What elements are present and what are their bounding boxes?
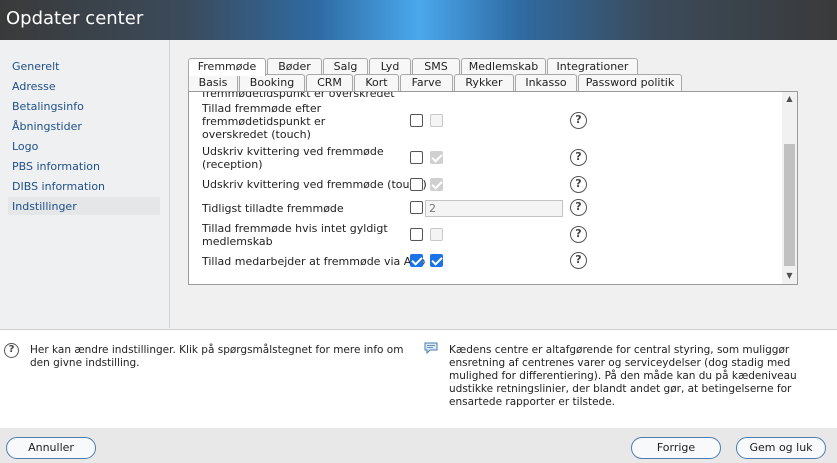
tab-rykker[interactable]: Rykker (454, 74, 514, 91)
tab-medlemskab[interactable]: Medlemskab (461, 58, 546, 75)
setting-checkbox-secondary (430, 151, 443, 164)
help-description: Her kan ændre indstillinger. Klik på spø… (30, 344, 404, 369)
tab-integrationer[interactable]: Integrationer (547, 58, 638, 75)
help-icon[interactable]: ? (570, 149, 587, 166)
help-icon: ? (4, 343, 19, 358)
chain-description: Kædens centre er altafgørende for centra… (449, 344, 797, 408)
setting-checkbox[interactable] (410, 114, 423, 127)
info-bar: ? Her kan ændre indstillinger. Klik på s… (0, 329, 837, 428)
sidebar-item-betalingsinfo[interactable]: Betalingsinfo (12, 100, 84, 113)
tab-inkasso[interactable]: Inkasso (515, 74, 577, 91)
tab-password-politik[interactable]: Password politik (578, 74, 682, 91)
setting-label: Tillad fremmøde efter fremmødetidspunkt … (202, 102, 326, 141)
setting-checkbox-secondary (430, 114, 443, 127)
sidebar-item-generelt[interactable]: Generelt (12, 60, 59, 73)
setting-label: Tillad medarbejder at fremmøde via App (202, 255, 426, 268)
tab-salg[interactable]: Salg (323, 58, 368, 75)
help-icon[interactable]: ? (570, 176, 587, 193)
sidebar-item-aabningstider[interactable]: Åbningstider (12, 120, 82, 133)
tab-booking[interactable]: Booking (239, 74, 305, 91)
earliest-checkin-input[interactable]: 2 (425, 200, 563, 217)
setting-checkbox[interactable] (410, 228, 423, 241)
sidebar-item-adresse[interactable]: Adresse (12, 80, 56, 93)
tab-crm[interactable]: CRM (306, 74, 353, 91)
setting-checkbox[interactable] (410, 201, 423, 214)
window-title: Opdater center (6, 8, 144, 29)
tab-kort[interactable]: Kort (354, 74, 399, 91)
help-icon[interactable]: ? (570, 252, 587, 269)
save-close-button[interactable]: Gem og luk (736, 437, 826, 459)
sidebar: Generelt Adresse Betalingsinfo Åbningsti… (0, 40, 170, 328)
cancel-button[interactable]: Annuller (6, 437, 96, 459)
scroll-thumb[interactable] (784, 144, 795, 266)
tab-sms[interactable]: SMS (412, 58, 460, 75)
tab-boeder[interactable]: Bøder (267, 58, 322, 75)
help-icon[interactable]: ? (570, 226, 587, 243)
sidebar-item-indstillinger[interactable]: Indstillinger (12, 200, 77, 213)
setting-checkbox[interactable] (410, 254, 423, 267)
tab-lyd[interactable]: Lyd (369, 58, 411, 75)
sidebar-item-logo[interactable]: Logo (12, 140, 38, 153)
setting-label: Tidligst tilladte fremmøde (202, 202, 344, 215)
sidebar-item-dibs-information[interactable]: DIBS information (12, 180, 105, 193)
settings-panel: fremmødetidspunkt er overskredet Tillad … (188, 91, 798, 285)
setting-label-clipped: fremmødetidspunkt er overskredet (202, 91, 395, 100)
setting-checkbox-secondary (430, 178, 443, 191)
setting-checkbox[interactable] (410, 151, 423, 164)
setting-label: Udskriv kvittering ved fremmøde (recepti… (202, 145, 384, 171)
scroll-down-icon[interactable]: ▼ (782, 269, 797, 283)
setting-label: Udskriv kvittering ved fremmøde (touch) (202, 178, 427, 191)
tab-farve[interactable]: Farve (400, 74, 453, 91)
setting-label: Tillad fremmøde hvis intet gyldigt medle… (202, 222, 388, 248)
setting-checkbox-secondary[interactable] (430, 254, 443, 267)
help-icon[interactable]: ? (570, 112, 587, 129)
panel-scrollbar[interactable]: ▲ ▼ (782, 92, 797, 284)
help-icon[interactable]: ? (570, 199, 587, 216)
setting-checkbox[interactable] (410, 178, 423, 191)
chat-bubble-icon (424, 342, 438, 354)
sidebar-item-pbs-information[interactable]: PBS information (12, 160, 100, 173)
scroll-up-icon[interactable]: ▲ (782, 92, 797, 106)
setting-checkbox-secondary (430, 228, 443, 241)
tab-basis[interactable]: Basis (188, 74, 238, 91)
footer: Annuller Forrige Gem og luk (0, 428, 837, 463)
tab-fremmoede[interactable]: Fremmøde (188, 58, 266, 76)
title-bar: Opdater center (0, 0, 837, 40)
previous-button[interactable]: Forrige (631, 437, 721, 459)
